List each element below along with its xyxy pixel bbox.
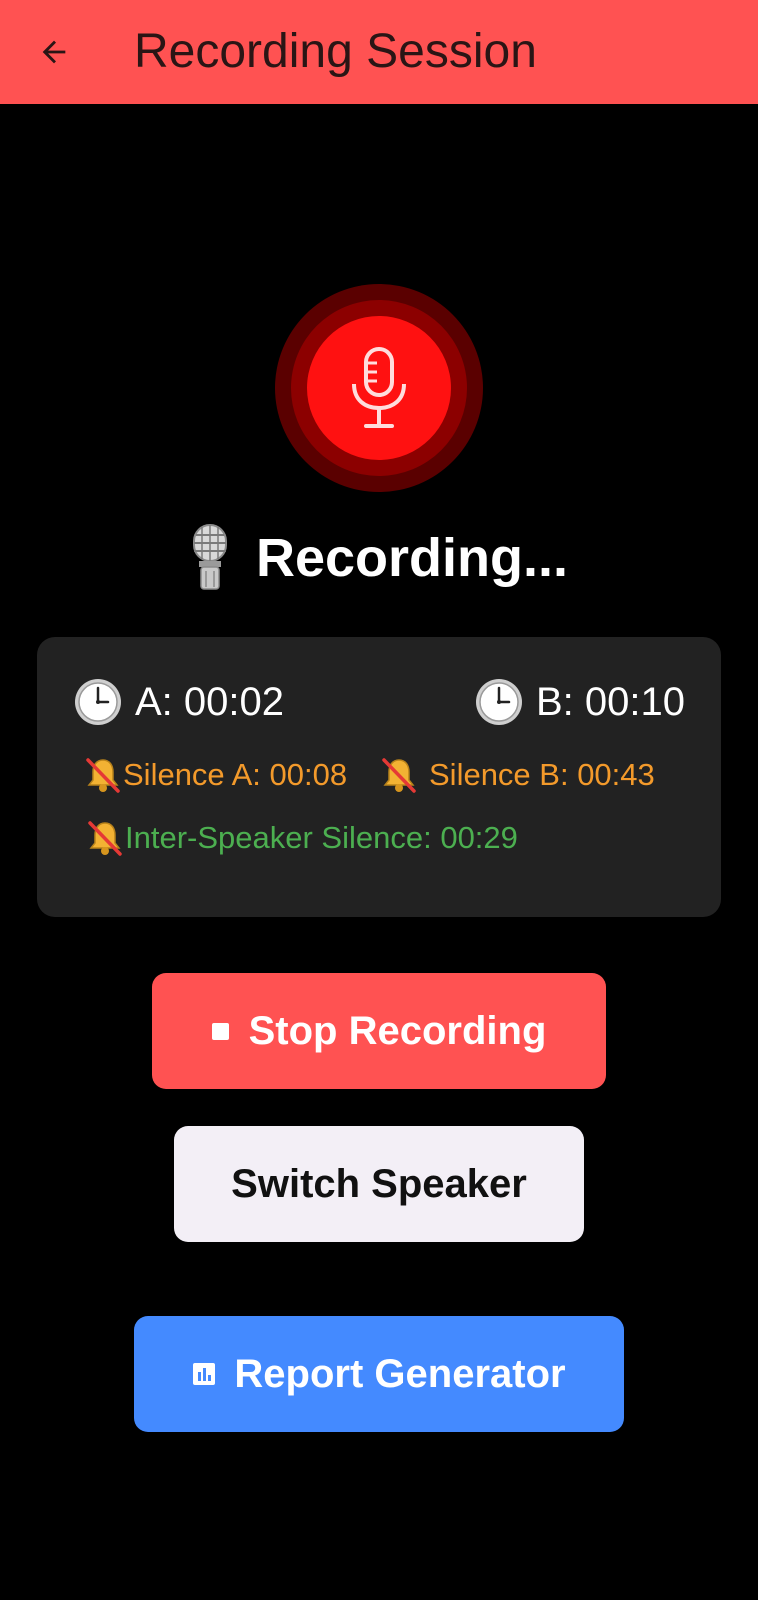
silence-b: Silence B: 00:43 (379, 755, 655, 795)
timer-b: B: 00:10 (474, 677, 685, 727)
stop-recording-button[interactable]: Stop Recording (152, 973, 606, 1089)
report-generator-button[interactable]: Report Generator (134, 1316, 624, 1432)
muted-bell-icon (382, 758, 416, 793)
switch-speaker-button[interactable]: Switch Speaker (174, 1126, 584, 1242)
page-title: Recording Session (134, 25, 537, 78)
inter-speaker-silence: Inter-Speaker Silence: 00:29 (85, 818, 518, 858)
status-text: Recording... (255, 528, 569, 588)
timer-a: A: 00:02 (73, 677, 284, 727)
timer-a-text: A: 00:02 (135, 679, 285, 724)
inter-speaker-silence-text: Inter-Speaker Silence: 00:29 (125, 820, 518, 855)
switch-speaker-label: Switch Speaker (231, 1161, 527, 1206)
muted-bell-icon (86, 758, 120, 793)
studio-microphone-icon (192, 524, 227, 590)
clock-icon (475, 679, 522, 725)
muted-bell-icon (88, 821, 122, 856)
app-bar: Recording Session (0, 0, 758, 104)
report-generator-label: Report Generator (234, 1351, 566, 1396)
stop-recording-label: Stop Recording (248, 1008, 547, 1053)
timer-b-text: B: 00:10 (535, 679, 685, 724)
recording-status: Recording... (0, 520, 758, 596)
bar-chart-icon (193, 1363, 216, 1385)
microphone-icon (352, 347, 406, 428)
mic-indicator (275, 284, 483, 492)
mic-circle (307, 316, 451, 460)
back-button[interactable] (30, 28, 78, 76)
timers-card: A: 00:02 B: 00:10 Silence A: 00:08 Silen… (37, 637, 721, 917)
silence-a: Silence A: 00:08 (83, 755, 347, 795)
stop-square-icon (211, 1022, 229, 1040)
clock-icon (75, 679, 121, 725)
recording-session-screen: Recording Session Recording... A: 00:02 … (0, 0, 758, 1600)
silence-a-text: Silence A: 00:08 (123, 757, 348, 792)
silence-b-text: Silence B: 00:43 (429, 757, 655, 792)
arrow-left-icon (42, 40, 66, 64)
